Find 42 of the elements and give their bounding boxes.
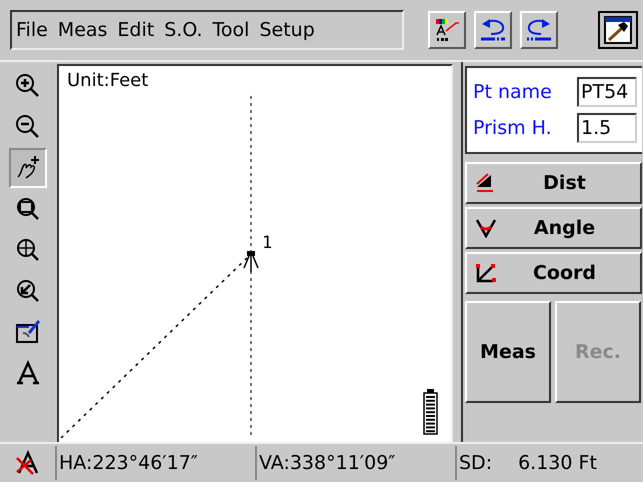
toolbar-button[interactable] (474, 11, 512, 49)
zoom-window-icon (14, 196, 40, 222)
tool-button[interactable] (8, 148, 46, 188)
zoom-out-icon (14, 114, 40, 140)
menu-item[interactable]: File (16, 19, 48, 41)
instrument-icon (243, 251, 259, 273)
input-field[interactable]: 1.5 (577, 113, 637, 143)
action-button[interactable]: Meas (465, 301, 551, 403)
toolbar-button[interactable] (428, 11, 466, 49)
mode-button[interactable]: Dist (465, 162, 642, 204)
coordinate-icon (475, 263, 497, 283)
vertical-angle: VA:338°11′09″ (255, 446, 455, 480)
horizontal-angle: HA:223°46′17″ (55, 446, 255, 480)
unit-label: Unit:Feet (67, 70, 148, 91)
point-label: 1 (262, 233, 272, 253)
mode-button[interactable]: Angle (465, 207, 642, 249)
hammer-icon (604, 16, 632, 44)
menu-item[interactable]: Edit (117, 19, 154, 41)
text-off-icon (14, 450, 40, 476)
zoom-in-icon (14, 73, 40, 99)
input-field[interactable]: PT54 (577, 77, 637, 107)
field-label: Prism H. (473, 117, 553, 139)
zoom-extents-icon (14, 237, 40, 263)
slope-distance-value: 6.130 Ft (518, 452, 597, 474)
edit-icon (14, 319, 40, 345)
hand-icon (14, 155, 40, 181)
color-layers-icon (434, 17, 460, 43)
battery-icon (423, 389, 438, 435)
redo-icon (525, 17, 553, 43)
toolbar-button[interactable] (520, 11, 558, 49)
zoom-point-icon (14, 278, 40, 304)
menu-item[interactable]: Meas (58, 19, 108, 41)
text-icon (14, 360, 40, 386)
mode-button[interactable]: Coord (465, 252, 642, 294)
angle-icon (475, 218, 497, 238)
menu-item[interactable]: Tool (212, 19, 250, 41)
menu-item[interactable]: Setup (259, 19, 315, 41)
slope-distance-label: SD: (459, 452, 492, 474)
settings-button[interactable] (598, 11, 638, 49)
menu-item[interactable]: S.O. (164, 19, 203, 41)
field-label: Pt name (473, 81, 553, 103)
undo-icon (479, 17, 507, 43)
